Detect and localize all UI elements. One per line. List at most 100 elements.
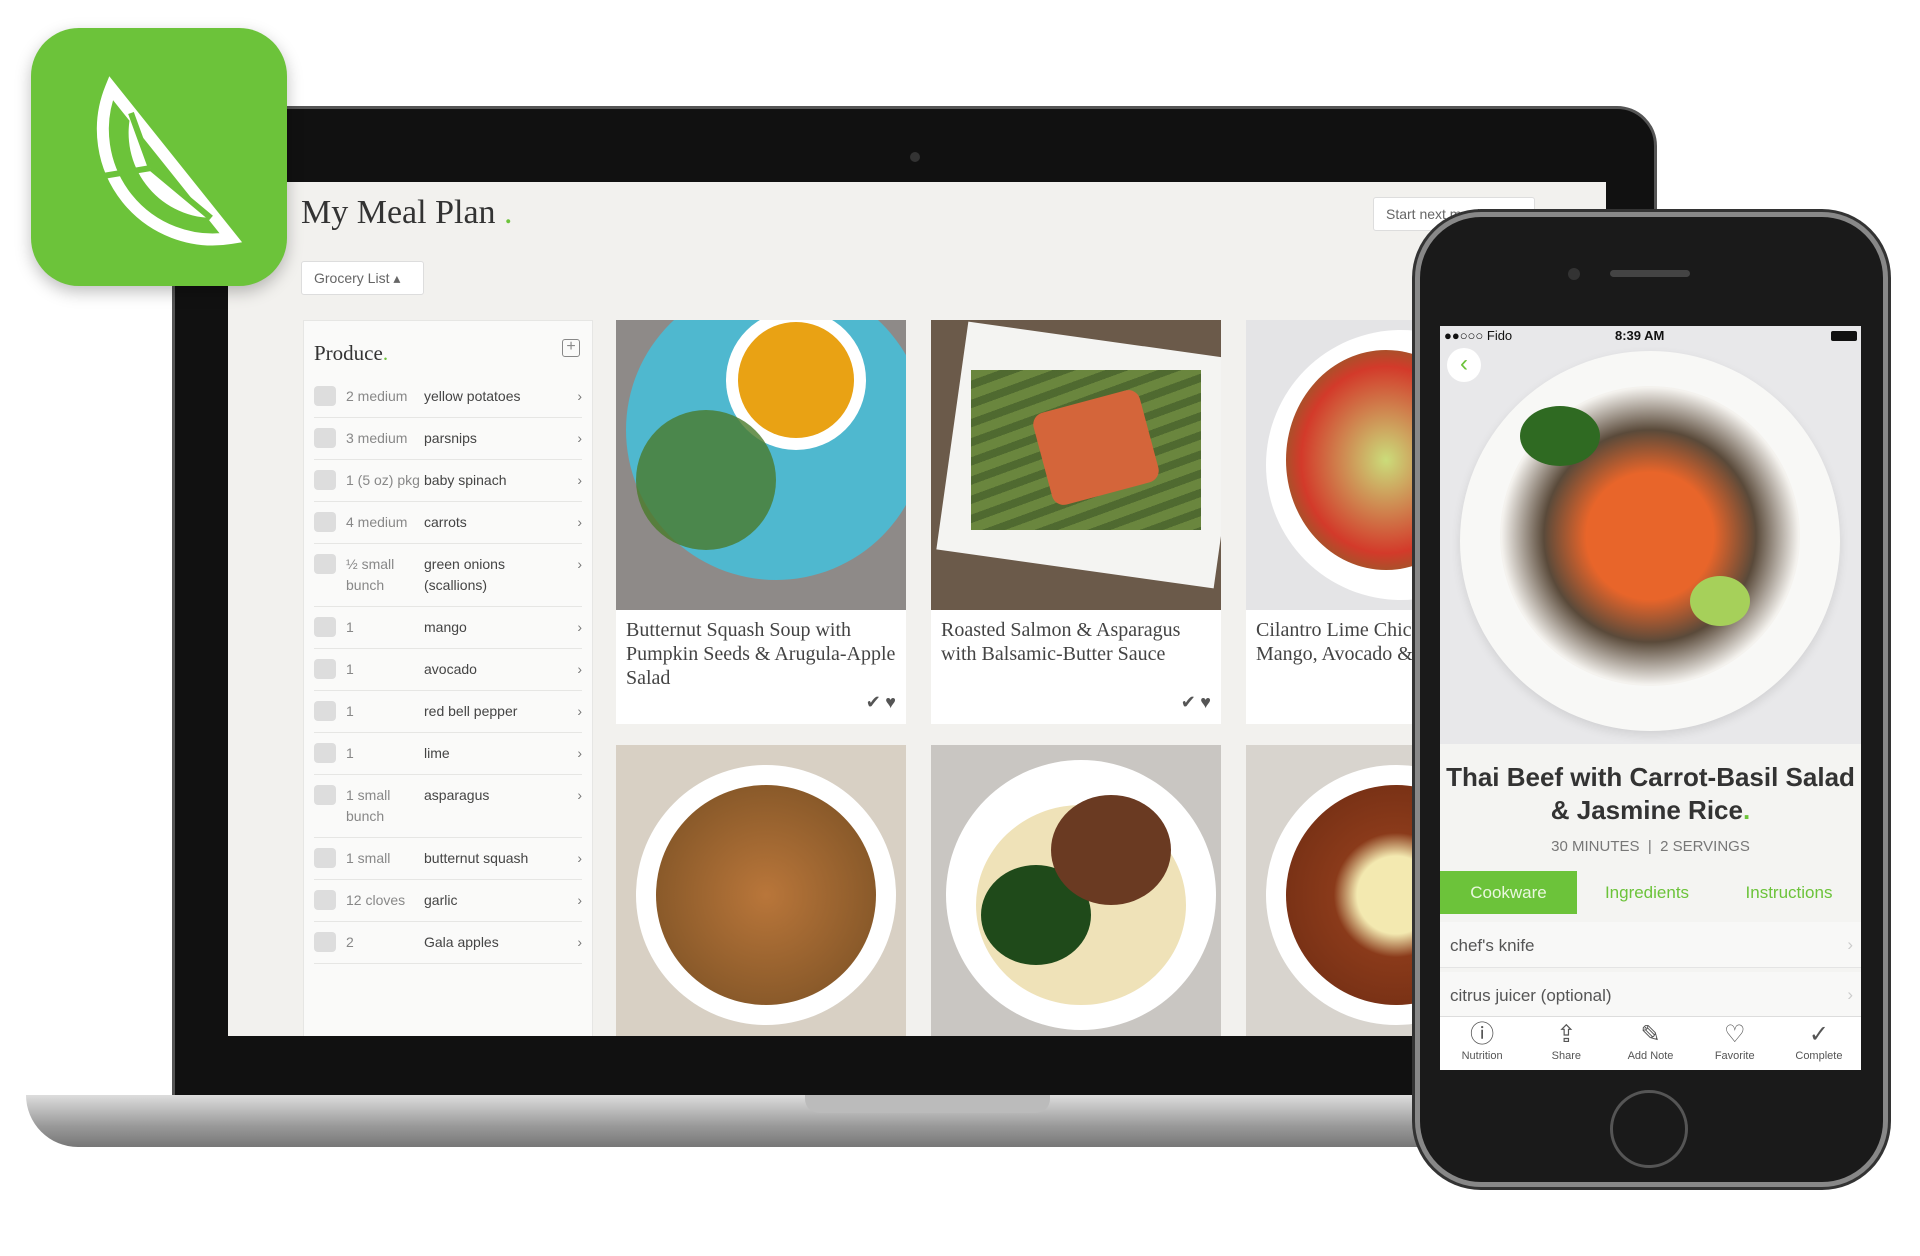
recipe-card[interactable]: [931, 745, 1221, 1036]
phone-screen: ●●○○○ Fido 8:39 AM ‹ Thai Beef with Carr…: [1440, 326, 1861, 1070]
grocery-item[interactable]: 2 Gala apples ›: [314, 922, 582, 964]
checkbox[interactable]: [314, 743, 336, 763]
item-name: avocado: [424, 661, 477, 677]
chevron-right-icon[interactable]: ›: [562, 785, 582, 827]
bottom-toolbar: ⓘ Nutrition ⇪ Share ✎ Add Note ♡ Favorite ✓ C…: [1440, 1016, 1861, 1070]
checkbox[interactable]: [314, 554, 336, 574]
item-quantity: 2: [346, 934, 354, 950]
item-quantity: 1 small: [346, 850, 391, 866]
lime-slice-icon: [90, 76, 243, 246]
home-button[interactable]: [1610, 1090, 1688, 1168]
chevron-right-icon[interactable]: ›: [562, 386, 582, 407]
item-name: parsnips: [424, 430, 477, 446]
item-name: asparagus: [424, 787, 490, 803]
chevron-right-icon[interactable]: ›: [562, 470, 582, 491]
laptop-screen: My Meal Plan . Start next meal plan Groc…: [228, 182, 1606, 1036]
item-quantity: 1 small bunch: [346, 787, 391, 824]
grocery-item[interactable]: 1 avocado ›: [314, 649, 582, 691]
favorite-button[interactable]: ♡ Favorite: [1693, 1017, 1777, 1070]
chevron-right-icon: ›: [1847, 935, 1853, 954]
checkbox[interactable]: [314, 386, 336, 406]
tab-ingredients[interactable]: Ingredients: [1577, 871, 1717, 914]
chevron-right-icon[interactable]: ›: [562, 701, 582, 722]
item-name: baby spinach: [424, 472, 507, 488]
recipe-title: Butternut Squash Soup with Pumpkin Seeds…: [626, 619, 896, 689]
grocery-item[interactable]: 2 medium yellow potatoes ›: [314, 376, 582, 418]
checkbox[interactable]: [314, 617, 336, 637]
tab-cookware[interactable]: Cookware: [1440, 871, 1577, 914]
nutrition-button[interactable]: ⓘ Nutrition: [1440, 1017, 1524, 1070]
tab-instructions[interactable]: Instructions: [1717, 871, 1861, 914]
chevron-right-icon[interactable]: ›: [562, 932, 582, 953]
item-name: carrots: [424, 514, 467, 530]
grocery-item[interactable]: 1 small butternut squash ›: [314, 838, 582, 880]
recipe-meta: 30 MINUTES | 2 SERVINGS: [1551, 838, 1750, 855]
laptop-camera: [910, 152, 920, 162]
item-quantity: 1: [346, 745, 354, 761]
checkbox[interactable]: [314, 428, 336, 448]
cookware-item[interactable]: chef's knife ›: [1440, 922, 1861, 968]
grocery-item[interactable]: 4 medium carrots ›: [314, 502, 582, 544]
check-heart-icons[interactable]: ✔ ♥: [866, 690, 896, 714]
chevron-right-icon[interactable]: ›: [562, 659, 582, 680]
checkbox[interactable]: [314, 659, 336, 679]
info-icon: ⓘ: [1470, 1021, 1495, 1048]
item-name: lime: [424, 745, 450, 761]
share-button[interactable]: ⇪ Share: [1524, 1017, 1608, 1070]
item-name: green onions (scallions): [424, 556, 505, 593]
grocery-item[interactable]: 1 lime ›: [314, 733, 582, 775]
page-title: My Meal Plan .: [301, 194, 513, 231]
grocery-item[interactable]: 1 small bunch asparagus ›: [314, 775, 582, 838]
checkbox[interactable]: [314, 701, 336, 721]
item-quantity: 1: [346, 619, 354, 635]
grocery-item[interactable]: 1 mango ›: [314, 607, 582, 649]
grocery-item[interactable]: 3 medium parsnips ›: [314, 418, 582, 460]
checkbox[interactable]: [314, 890, 336, 910]
chevron-right-icon[interactable]: ›: [562, 617, 582, 638]
recipe-card[interactable]: Butternut Squash Soup with Pumpkin Seeds…: [616, 320, 906, 724]
chevron-right-icon[interactable]: ›: [562, 743, 582, 764]
grocery-item[interactable]: 1 (5 oz) pkg baby spinach ›: [314, 460, 582, 502]
chevron-right-icon[interactable]: ›: [562, 848, 582, 869]
recipe-image: [931, 745, 1221, 1036]
laptop-notch: [805, 1095, 1050, 1113]
recipe-title: Roasted Salmon & Asparagus with Balsamic…: [941, 619, 1181, 665]
cookware-item[interactable]: citrus juicer (optional) ›: [1440, 972, 1861, 1018]
back-chevron-icon[interactable]: ‹: [1447, 348, 1481, 382]
recipe-image: [616, 320, 906, 610]
grocery-list-panel: Produce. + 2 medium yellow potatoes › 3 med…: [303, 320, 593, 1036]
recipe-hero-image: [1440, 326, 1861, 744]
checkbox[interactable]: [314, 470, 336, 490]
grocery-item[interactable]: ½ small bunch green onions (scallions) ›: [314, 544, 582, 607]
complete-button[interactable]: ✓ Complete: [1777, 1017, 1861, 1070]
recipe-card[interactable]: Roasted Salmon & Asparagus with Balsamic…: [931, 320, 1221, 724]
checkbox[interactable]: [314, 512, 336, 532]
checkbox[interactable]: [314, 785, 336, 805]
chevron-right-icon: ›: [1847, 985, 1853, 1004]
heart-icon: ♡: [1723, 1021, 1746, 1048]
grocery-item[interactable]: 12 cloves garlic ›: [314, 880, 582, 922]
check-heart-icons[interactable]: ✔ ♥: [1181, 690, 1211, 714]
clock: 8:39 AM: [1615, 328, 1665, 343]
recipe-image: [931, 320, 1221, 610]
chevron-right-icon[interactable]: ›: [562, 890, 582, 911]
item-quantity: 1: [346, 703, 354, 719]
checkbox[interactable]: [314, 848, 336, 868]
add-note-button[interactable]: ✎ Add Note: [1608, 1017, 1692, 1070]
share-icon: ⇪: [1556, 1021, 1577, 1048]
recipe-card[interactable]: [616, 745, 906, 1036]
item-name: butternut squash: [424, 850, 529, 866]
chevron-right-icon[interactable]: ›: [562, 428, 582, 449]
chevron-right-icon[interactable]: ›: [562, 554, 582, 596]
add-icon[interactable]: +: [562, 339, 580, 357]
edit-icon: ✎: [1640, 1021, 1661, 1048]
app-logo: [31, 28, 287, 286]
checkbox[interactable]: [314, 932, 336, 952]
grocery-list-button[interactable]: Grocery List ▴: [301, 261, 424, 295]
item-quantity: 1 (5 oz) pkg: [346, 472, 420, 488]
chevron-right-icon[interactable]: ›: [562, 512, 582, 533]
check-circle-icon: ✓: [1808, 1021, 1829, 1048]
item-name: yellow potatoes: [424, 388, 521, 404]
carrier: ●●○○○ Fido: [1444, 328, 1513, 343]
grocery-item[interactable]: 1 red bell pepper ›: [314, 691, 582, 733]
